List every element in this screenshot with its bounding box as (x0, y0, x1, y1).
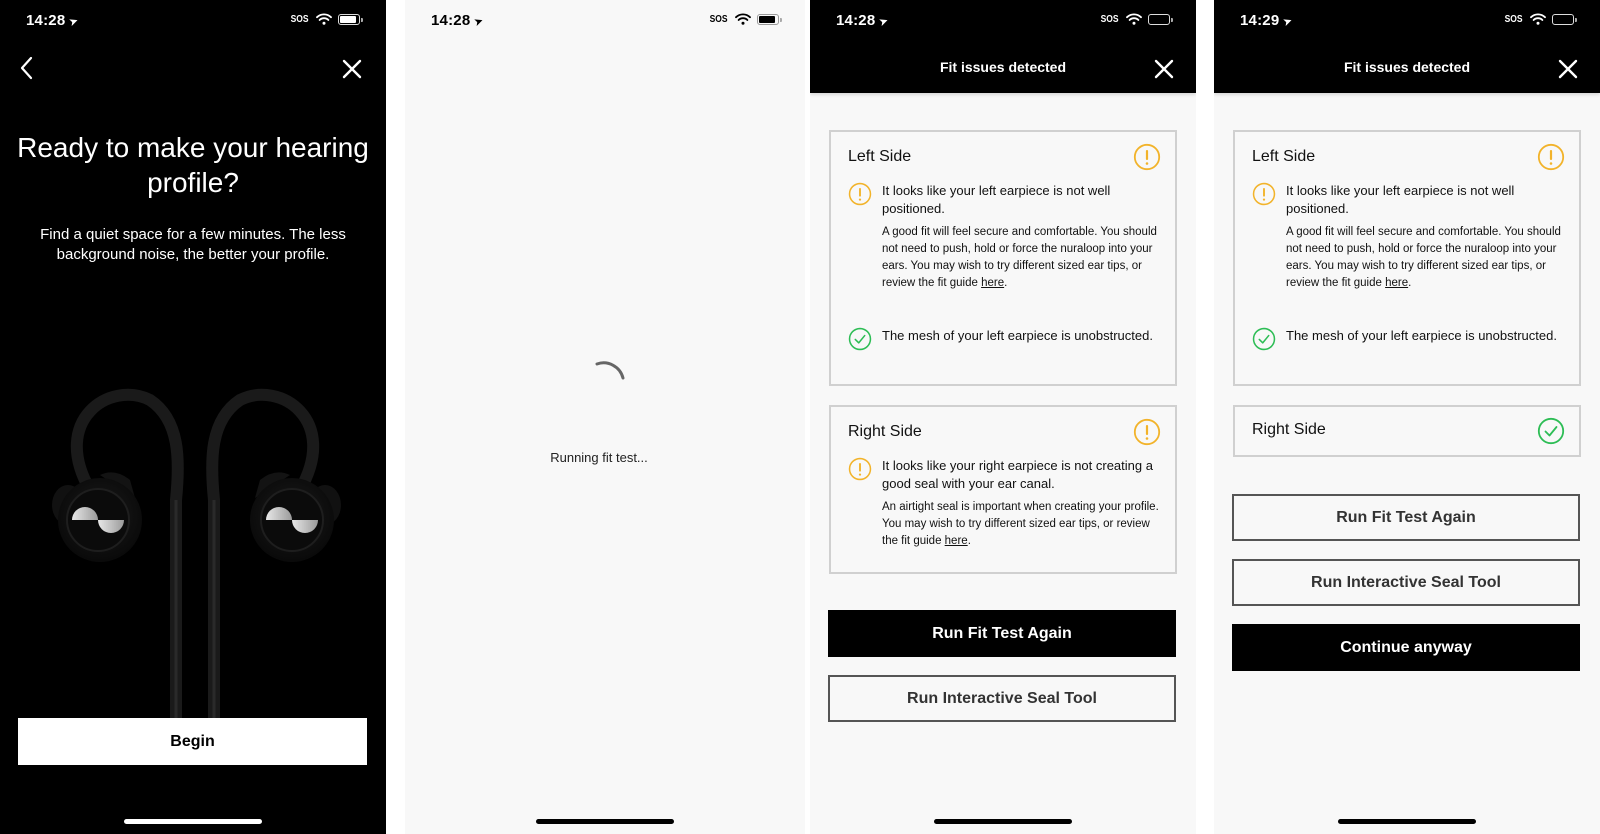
home-indicator[interactable] (1338, 819, 1476, 824)
loading-text: Running fit test... (550, 450, 648, 465)
run-interactive-seal-tool-button[interactable]: Run Interactive Seal Tool (828, 675, 1176, 722)
battery-icon (1552, 13, 1577, 25)
issue-detail: A good fit will feel secure and comforta… (882, 226, 1157, 289)
wifi-icon (1530, 13, 1546, 25)
issue-text: The mesh of your left earpiece is unobst… (1286, 328, 1557, 343)
location-icon: ➤ (1281, 14, 1295, 30)
close-icon (1556, 57, 1580, 81)
right-side-card: Right Side It looks like your right earp… (829, 405, 1177, 574)
close-button[interactable] (1152, 57, 1176, 81)
issue-item: The mesh of your left earpiece is unobst… (848, 327, 1161, 345)
warning-icon (1537, 143, 1565, 171)
back-button[interactable] (16, 54, 40, 82)
battery-icon (757, 13, 782, 25)
issue-detail: An airtight seal is important when creat… (882, 501, 1159, 547)
right-side-card: Right Side (1233, 405, 1581, 457)
status-icons: SOS (289, 13, 363, 25)
warning-icon (848, 182, 872, 206)
check-circle-icon (1252, 327, 1276, 351)
begin-button[interactable]: Begin (18, 718, 367, 765)
home-indicator[interactable] (124, 819, 262, 824)
status-icons: SOS (708, 13, 782, 25)
card-title: Left Side (848, 148, 912, 165)
page-title: Ready to make your hearing profile? (17, 132, 369, 198)
screen-intro: 14:28 ➤ SOS Ready to make your hearing pr… (0, 0, 386, 834)
status-bar: 14:28 ➤ SOS (405, 0, 805, 42)
battery-icon (1148, 13, 1173, 25)
warning-icon (1133, 418, 1161, 446)
screen-fit-issues: 14:28 ➤ SOS Fit issues detected Left Side… (810, 0, 1196, 834)
header-title: Fit issues detected (939, 59, 1067, 75)
left-side-card: Left Side It looks like your left earpie… (829, 130, 1177, 386)
sos-indicator: SOS (290, 13, 309, 25)
header-bar: 14:28 ➤ SOS Fit issues detected (810, 0, 1196, 93)
left-side-card: Left Side It looks like your left earpie… (1233, 130, 1581, 386)
issue-detail: A good fit will feel secure and comforta… (1286, 226, 1561, 289)
status-time: 14:28 ➤ (836, 12, 891, 30)
home-indicator[interactable] (536, 819, 674, 824)
issue-text: It looks like your left earpiece is not … (882, 183, 1111, 216)
wifi-icon (316, 13, 332, 25)
close-icon (340, 57, 364, 81)
location-icon: ➤ (67, 14, 81, 30)
chevron-left-icon (20, 56, 33, 80)
check-circle-icon (1537, 417, 1565, 445)
card-title: Right Side (1252, 421, 1326, 438)
issue-item: The mesh of your left earpiece is unobst… (1252, 327, 1565, 345)
close-icon (1152, 57, 1176, 81)
close-button[interactable] (340, 57, 364, 81)
status-bar: 14:29 ➤ SOS (1214, 0, 1600, 42)
fit-guide-link[interactable]: here (981, 277, 1004, 289)
issue-text: The mesh of your left earpiece is unobst… (882, 328, 1153, 343)
status-bar: 14:28 ➤ SOS (810, 0, 1196, 42)
location-icon: ➤ (877, 14, 891, 30)
status-time: 14:29 ➤ (1240, 12, 1295, 30)
warning-icon (848, 457, 872, 481)
battery-icon (338, 13, 363, 25)
issue-text: It looks like your right earpiece is not… (882, 458, 1153, 491)
wifi-icon (735, 13, 751, 25)
sos-indicator: SOS (709, 13, 728, 25)
fit-guide-link[interactable]: here (945, 535, 968, 547)
run-interactive-seal-tool-button[interactable]: Run Interactive Seal Tool (1232, 559, 1580, 606)
issue-item: It looks like your left earpiece is not … (1252, 182, 1565, 292)
continue-anyway-button[interactable]: Continue anyway (1232, 624, 1580, 671)
status-icons: SOS (1503, 13, 1577, 25)
status-time: 14:28 ➤ (26, 12, 81, 30)
issue-item: It looks like your left earpiece is not … (848, 182, 1161, 292)
warning-icon (1252, 182, 1276, 206)
home-indicator[interactable] (934, 819, 1072, 824)
status-bar: 14:28 ➤ SOS (0, 0, 386, 42)
run-fit-test-again-button[interactable]: Run Fit Test Again (828, 610, 1176, 657)
issue-text: It looks like your left earpiece is not … (1286, 183, 1515, 216)
loading-spinner-icon (595, 361, 625, 380)
earbuds-image (52, 388, 341, 720)
wifi-icon (1126, 13, 1142, 25)
sos-indicator: SOS (1504, 13, 1523, 25)
warning-icon (1133, 143, 1161, 171)
issue-item: It looks like your right earpiece is not… (848, 457, 1161, 550)
card-title: Right Side (848, 423, 922, 440)
page-subtitle: Find a quiet space for a few minutes. Th… (40, 226, 346, 263)
status-icons: SOS (1099, 13, 1173, 25)
sos-indicator: SOS (1100, 13, 1119, 25)
screen-fit-issues-updated: 14:29 ➤ SOS Fit issues detected Left Side… (1214, 0, 1600, 834)
header-title: Fit issues detected (1343, 59, 1471, 75)
header-bar: 14:29 ➤ SOS Fit issues detected (1214, 0, 1600, 93)
location-icon: ➤ (472, 14, 486, 30)
run-fit-test-again-button[interactable]: Run Fit Test Again (1232, 494, 1580, 541)
screen-running-fit-test: 14:28 ➤ SOS Running fit test... (405, 0, 805, 834)
status-time: 14:28 ➤ (431, 12, 486, 30)
card-title: Left Side (1252, 148, 1316, 165)
check-circle-icon (848, 327, 872, 351)
fit-guide-link[interactable]: here (1385, 277, 1408, 289)
close-button[interactable] (1556, 57, 1580, 81)
